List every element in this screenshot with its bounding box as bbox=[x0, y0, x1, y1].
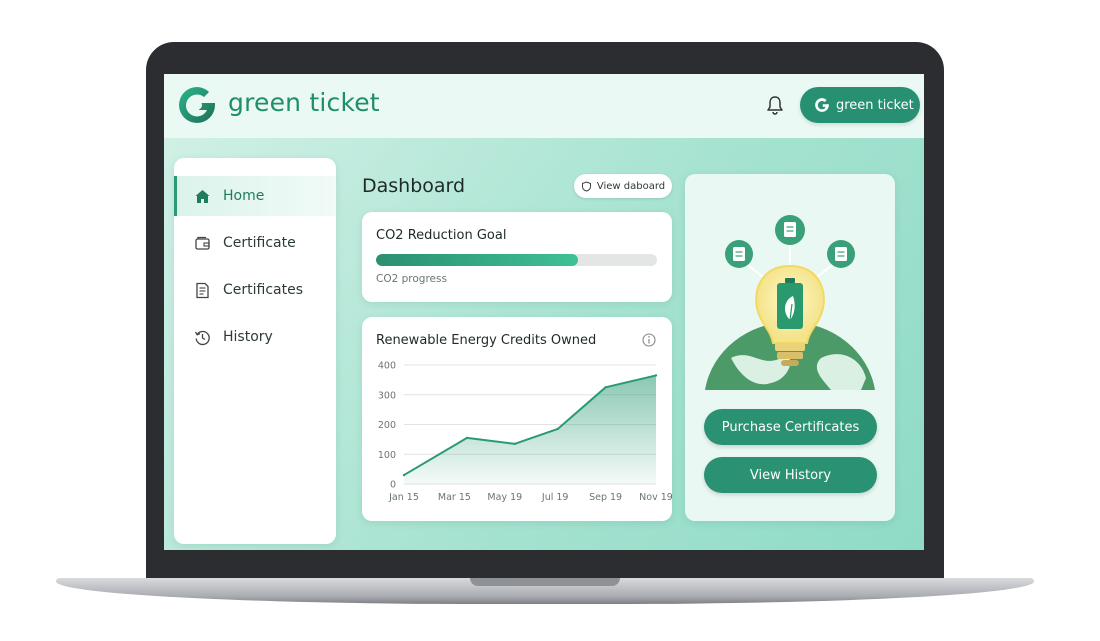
app-screen: green ticket green ticket Home Certifica… bbox=[164, 74, 924, 550]
brand-name: green ticket bbox=[228, 88, 380, 117]
data-point bbox=[604, 386, 607, 389]
data-point bbox=[654, 374, 658, 377]
bell-icon[interactable] bbox=[764, 94, 786, 116]
y-tick-label: 300 bbox=[378, 390, 396, 401]
credits-chart: 0 100 200 300 400 Jan 15 Mar 15 May 19 Jul 19 Sep… bbox=[378, 361, 672, 504]
sidebar-item-label: History bbox=[223, 329, 273, 345]
view-dashboard-button[interactable]: View daboard bbox=[574, 174, 672, 198]
laptop-notch bbox=[470, 578, 620, 586]
wallet-icon bbox=[195, 236, 210, 250]
y-tick-label: 0 bbox=[390, 480, 396, 491]
sidebar-item-history[interactable]: History bbox=[174, 317, 336, 357]
page-title: Dashboard bbox=[362, 175, 466, 197]
lightbulb-battery-illustration bbox=[705, 215, 875, 390]
sidebar-item-label: Certificates bbox=[223, 282, 304, 298]
view-dashboard-label: View daboard bbox=[596, 180, 666, 192]
data-point bbox=[465, 436, 469, 440]
info-icon[interactable] bbox=[642, 333, 656, 347]
view-history-button[interactable]: View History bbox=[704, 457, 877, 493]
promo-panel: Purchase Certificates View History bbox=[685, 174, 895, 521]
y-tick-label: 200 bbox=[378, 420, 396, 431]
data-point bbox=[513, 442, 517, 446]
credits-area bbox=[404, 375, 656, 484]
x-tick-label: Nov 19 bbox=[639, 492, 672, 503]
co2-goal-card: CO2 Reduction Goal CO2 progress bbox=[362, 212, 672, 302]
co2-progress-fill bbox=[376, 254, 579, 266]
credits-chart-card: Renewable Energy Credits Owned 0 100 200 30… bbox=[362, 317, 672, 521]
sidebar-item-certificate[interactable]: Certificate bbox=[174, 223, 336, 263]
top-bar: green ticket green ticket bbox=[164, 74, 924, 138]
sidebar-item-home[interactable]: Home bbox=[174, 176, 336, 216]
sidebar-item-label: Certificate bbox=[223, 235, 296, 251]
sidebar-item-label: Home bbox=[223, 188, 265, 204]
account-button[interactable]: green ticket bbox=[800, 87, 920, 123]
logo-icon bbox=[179, 87, 215, 123]
x-tick-label: Jan 15 bbox=[388, 492, 419, 503]
x-tick-label: Mar 15 bbox=[438, 492, 471, 503]
sidebar: Home Certificate Certificates History bbox=[174, 158, 336, 544]
y-tick-label: 400 bbox=[378, 361, 396, 372]
home-icon bbox=[195, 189, 210, 203]
x-tick-label: May 19 bbox=[487, 492, 522, 503]
x-tick-label: Jul 19 bbox=[541, 492, 569, 503]
sidebar-item-certificates[interactable]: Certificates bbox=[174, 270, 336, 310]
goal-card-subtitle: CO2 progress bbox=[376, 273, 447, 285]
data-point bbox=[402, 473, 406, 477]
goal-card-title: CO2 Reduction Goal bbox=[376, 228, 507, 243]
shield-icon bbox=[581, 180, 591, 192]
document-icon bbox=[196, 282, 209, 298]
logo-small-icon bbox=[815, 98, 829, 112]
data-point bbox=[556, 427, 559, 431]
account-button-label: green ticket bbox=[836, 97, 914, 113]
purchase-certificates-button[interactable]: Purchase Certificates bbox=[704, 409, 877, 445]
y-tick-label: 100 bbox=[378, 450, 396, 461]
chart-title: Renewable Energy Credits Owned bbox=[376, 333, 597, 348]
co2-progress-bar bbox=[376, 254, 657, 266]
history-icon bbox=[194, 330, 210, 345]
x-tick-label: Sep 19 bbox=[589, 492, 622, 503]
